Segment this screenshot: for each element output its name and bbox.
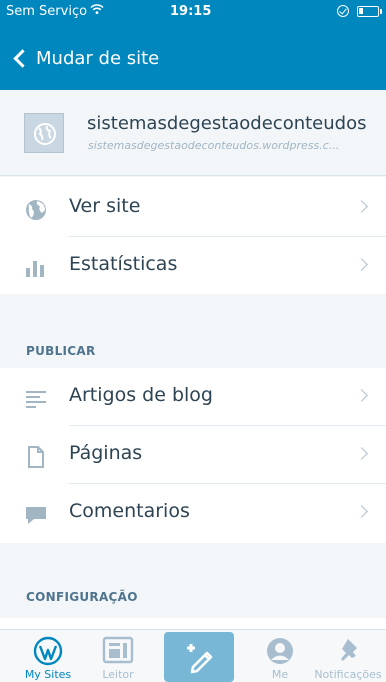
wifi-icon: [90, 3, 104, 18]
tab-my-sites[interactable]: My Sites: [10, 630, 86, 682]
orientation-lock-icon: [337, 5, 349, 17]
status-bar: Sem Serviço 19:15: [0, 0, 386, 24]
back-label: Mudar de site: [36, 47, 160, 69]
stats-row[interactable]: Estatísticas: [0, 237, 386, 295]
publish-section-header: PUBLICAR: [26, 344, 96, 358]
page-icon: [28, 446, 44, 468]
posts-icon: [26, 391, 46, 408]
tab-label: Notificações: [314, 668, 382, 681]
view-site-label: Ver site: [69, 195, 141, 217]
posts-label: Artigos de blog: [69, 384, 213, 406]
view-site-row[interactable]: Ver site: [0, 179, 386, 237]
tab-label: My Sites: [24, 668, 72, 681]
globe-icon: [26, 200, 46, 220]
config-group: [0, 618, 386, 629]
notifications-icon: [341, 639, 357, 661]
chevron-right-icon: [355, 447, 368, 460]
wordpress-icon: [33, 636, 63, 666]
stats-icon: [26, 261, 44, 277]
tab-write[interactable]: [164, 632, 234, 682]
pages-label: Páginas: [69, 442, 143, 464]
battery-icon: [357, 6, 382, 17]
site-actions-group: Ver site Estatísticas: [0, 177, 386, 294]
comment-icon: [26, 507, 46, 524]
site-title: sistemasdegestaodeconteudos: [87, 113, 367, 134]
carrier-label: Sem Serviço: [6, 4, 88, 19]
stats-label: Estatísticas: [69, 253, 178, 275]
config-section-header: CONFIGURAÇÃO: [26, 590, 138, 604]
site-icon: [24, 113, 64, 153]
user-icon: [267, 638, 293, 664]
navigation-bar: Mudar de site: [0, 24, 386, 90]
comments-label: Comentarios: [69, 500, 190, 522]
globe-icon: [34, 123, 56, 145]
tab-reader[interactable]: Leitor: [80, 630, 156, 682]
chevron-right-icon: [355, 389, 368, 402]
chevron-right-icon: [355, 258, 368, 271]
chevron-left-icon: [13, 48, 32, 68]
comments-row[interactable]: Comentarios: [0, 484, 386, 542]
publish-group: Artigos de blog Páginas Comentarios: [0, 368, 386, 543]
write-icon: [187, 644, 213, 674]
tab-notifications[interactable]: Notificações: [310, 630, 386, 682]
posts-row[interactable]: Artigos de blog: [0, 368, 386, 426]
chevron-right-icon: [355, 200, 368, 213]
chevron-right-icon: [355, 505, 368, 518]
clock: 19:15: [170, 4, 212, 19]
site-url: sistemasdegestaodeconteudos.wordpress.c.…: [88, 139, 340, 152]
tab-label: Me: [271, 668, 289, 681]
tab-label: Leitor: [102, 668, 134, 681]
reader-icon: [102, 636, 134, 664]
tab-me[interactable]: Me: [242, 630, 318, 682]
back-button[interactable]: Mudar de site: [10, 38, 159, 78]
pages-row[interactable]: Páginas: [0, 426, 386, 484]
